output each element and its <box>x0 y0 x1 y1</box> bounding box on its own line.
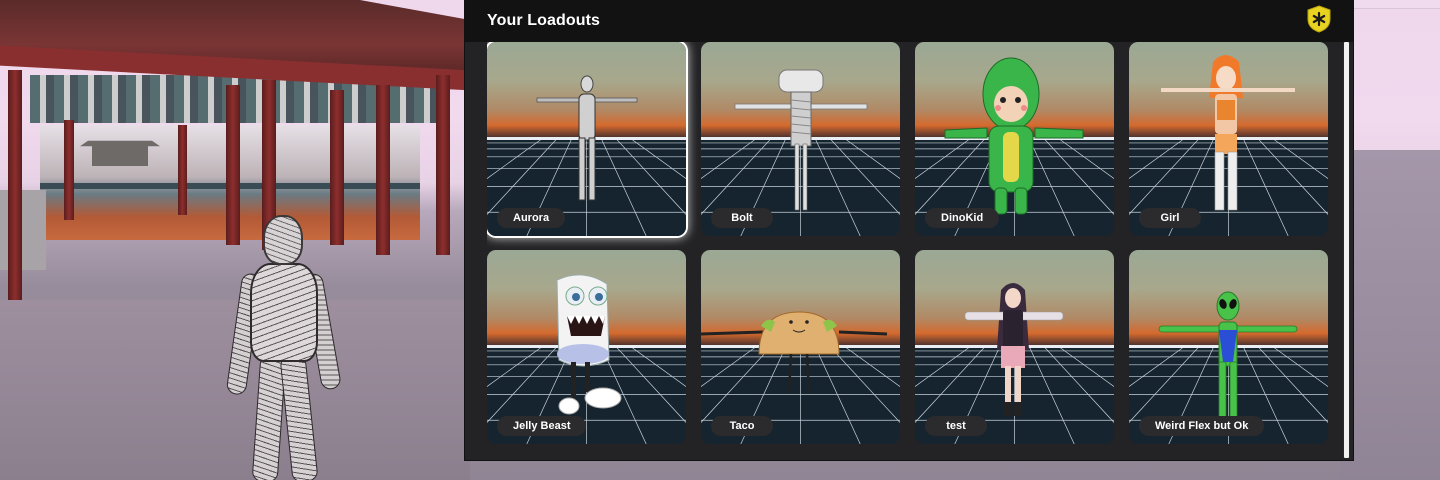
loadout-card-aurora[interactable]: Aurora <box>487 42 686 236</box>
avatar-preview-taco <box>701 311 888 395</box>
loadout-name: Weird Flex but Ok <box>1139 416 1265 436</box>
avatar-preview-alien <box>1158 291 1298 421</box>
loadout-name: DinoKid <box>925 208 1000 228</box>
scrollbar-thumb[interactable] <box>1344 42 1349 458</box>
pillar <box>8 70 22 300</box>
pillar <box>64 120 74 220</box>
panel-scrollbar[interactable] <box>1343 42 1350 458</box>
loadout-name: Jelly Beast <box>497 416 587 436</box>
shield-badge-icon[interactable] <box>1307 5 1331 33</box>
avatar-preview-girl <box>1161 55 1295 211</box>
loadout-card-jelly-beast[interactable]: Jelly Beast <box>487 250 686 444</box>
loadout-card-dinokid[interactable]: DinoKid <box>915 42 1114 236</box>
avatar-leg <box>279 353 319 480</box>
loadout-card-weird-flex-but-ok[interactable]: Weird Flex but Ok <box>1129 250 1328 444</box>
panel-header: Your Loadouts <box>465 0 1353 42</box>
pillar <box>436 75 450 255</box>
loadout-name: Taco <box>711 416 773 436</box>
browser-edge <box>1353 0 1440 9</box>
loadout-name: Girl <box>1139 208 1201 228</box>
loadout-name: Bolt <box>711 208 773 228</box>
loadout-card-test[interactable]: test <box>915 250 1114 444</box>
avatar-head <box>263 215 303 265</box>
loadout-card-bolt[interactable]: Bolt <box>701 42 900 236</box>
loadout-card-taco[interactable]: Taco <box>701 250 900 444</box>
player-avatar <box>225 215 343 480</box>
panel-title: Your Loadouts <box>487 12 600 29</box>
avatar-preview-robot <box>536 75 638 201</box>
avatar-preview-anime-girl <box>964 283 1064 416</box>
avatar-preview-bolt <box>734 69 868 211</box>
avatar-preview-jelly-beast <box>556 274 622 415</box>
pillar <box>178 125 187 215</box>
avatar-torso <box>250 263 318 362</box>
stone-wall <box>0 190 46 270</box>
loadout-name: Aurora <box>497 208 566 228</box>
loadout-grid: Aurora Bolt DinoKid Girl Jelly Beast Tac… <box>487 42 1339 450</box>
avatar-preview-dino <box>944 57 1084 215</box>
loadout-card-girl[interactable]: Girl <box>1129 42 1328 236</box>
loadouts-panel: Your Loadouts Aurora Bolt DinoKid Girl J… <box>465 0 1353 460</box>
ground-distance <box>1340 150 1440 480</box>
loadout-name: test <box>925 416 987 436</box>
pillar <box>376 85 390 255</box>
